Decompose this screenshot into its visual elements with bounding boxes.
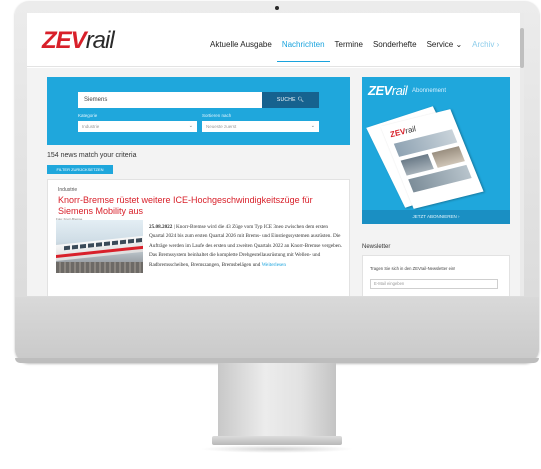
screen: ZEVrail Aktuelle Ausgabe Nachrichten Ter… [27,13,524,296]
magazine-logo-icon: ZEVrail [388,124,418,140]
filter-sort-label: Sortieren nach [202,113,232,118]
article-lead: Knorr-Bremse wird die 43 Züge vom Typ IC… [149,224,342,268]
scrollbar-thumb[interactable] [520,28,524,68]
magazine-image-icon [431,146,465,168]
nav-aktuelle-ausgabe[interactable]: Aktuelle Ausgabe [205,39,277,62]
filter-category-select[interactable]: Industrie ⌄ [78,121,197,132]
site-header: ZEVrail Aktuelle Ausgabe Nachrichten Ter… [27,13,524,67]
scrollbar[interactable] [520,13,524,296]
stand-shadow [200,445,354,453]
nav-nachrichten[interactable]: Nachrichten [276,39,330,62]
article-image[interactable] [56,220,143,273]
site-logo[interactable]: ZEVrail [42,27,115,54]
search-button[interactable]: SUCHE 🔍︎ [262,92,319,108]
logo-zev: ZEV [42,27,87,54]
magazine-cover-front: ZEVrail [380,109,484,209]
article-text: 25.08.2022 | Knorr-Bremse wird die 43 Zü… [149,224,342,268]
ad-logo-zev: ZEV [368,83,392,98]
newsletter-box: Tragen Sie sich in den ZEVrail-Newslette… [362,255,510,296]
article-card[interactable]: Industrie Knorr-Bremse rüstet weitere IC… [47,179,350,296]
subscription-ad[interactable]: ZEVrail Abonnement ZEVrail JETZT ABONNIE… [362,77,510,224]
nav-archiv[interactable]: Archiv › [467,39,504,62]
search-input[interactable]: Siemens [78,92,262,108]
ad-subtitle: Abonnement [412,88,447,94]
nav-sonderhefte[interactable]: Sonderhefte [368,39,422,62]
ad-logo: ZEVrail [368,83,408,98]
reset-filter-button[interactable]: FILTER ZURÜCKSETZEN [47,165,113,174]
filter-sort-select[interactable]: Neueste zuerst ⌄ [202,121,319,132]
nav-service[interactable]: Service ⌄ [422,39,468,62]
article-date: 25.08.2022 [149,224,173,230]
content-area: Siemens SUCHE 🔍︎ Kategorie Industrie ⌄ S… [27,68,524,296]
logo-rail: rail [85,27,115,54]
camera-icon [275,6,279,10]
article-category: Industrie [58,187,78,193]
nav-termine[interactable]: Termine [330,39,368,62]
filter-category-label: Kategorie [78,113,98,118]
filter-category-value: Industrie [82,124,100,129]
filter-sort-value: Neueste zuerst [206,124,237,129]
read-more-link[interactable]: Weiterlesen [262,262,286,268]
main-nav: Aktuelle Ausgabe Nachrichten Termine Son… [205,39,504,62]
imac-chin [15,297,539,363]
chevron-down-icon: ⌄ [188,123,193,129]
newsletter-text: Tragen Sie sich in den ZEVrail-Newslette… [370,266,456,271]
results-count: 154 news match your criteria [47,152,137,159]
imac-stand [218,363,336,441]
chevron-down-icon: ⌄ [310,123,315,129]
newsletter-email-input[interactable]: E-Mail eingeben [370,279,498,289]
article-title[interactable]: Knorr-Bremse rüstet weitere ICE-Hochgesc… [58,195,343,217]
search-panel: Siemens SUCHE 🔍︎ Kategorie Industrie ⌄ S… [47,77,350,145]
search-icon: 🔍︎ [297,97,305,103]
newsletter-title: Newsletter [362,244,391,250]
magazine-image-icon [400,153,434,176]
railway-track [56,262,143,273]
search-button-label: SUCHE [276,97,296,103]
imac-stand-base [212,436,342,445]
subscribe-button[interactable]: JETZT ABONNIEREN › [362,210,510,224]
ad-logo-rail: rail [391,83,408,98]
